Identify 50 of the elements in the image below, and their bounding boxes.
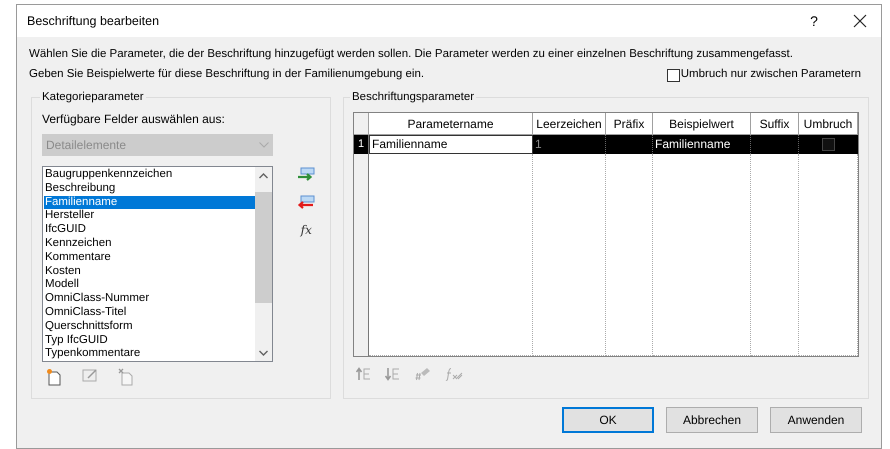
list-item[interactable]: Kosten xyxy=(44,264,255,278)
column-header[interactable]: Beispielwert xyxy=(653,113,751,134)
dialog-button[interactable]: Abbrechen xyxy=(666,407,758,433)
dialog-button[interactable]: OK xyxy=(562,407,654,433)
new-document-icon[interactable] xyxy=(46,368,62,386)
list-item[interactable]: Querschnittsform xyxy=(44,320,255,334)
list-item[interactable]: Beschreibung xyxy=(44,182,255,196)
field-label: Verfügbare Felder auswählen aus: xyxy=(42,111,226,128)
table-cell: 1 xyxy=(533,135,606,154)
dialog-button[interactable]: Anwenden xyxy=(770,407,862,433)
move-down-icon[interactable] xyxy=(385,367,400,381)
scrollbar-thumb[interactable] xyxy=(255,192,272,303)
list-item[interactable]: Baugruppenkennzeichen xyxy=(44,168,255,182)
column-header[interactable]: Parametername xyxy=(369,113,533,134)
group-title: Kategorieparameter xyxy=(40,90,146,104)
list-item[interactable]: Hersteller xyxy=(44,209,255,224)
column-header[interactable]: Umbruch xyxy=(799,113,858,134)
chevron-down-icon xyxy=(259,142,269,148)
list-item[interactable]: Typ IfcGUID xyxy=(44,334,255,348)
table-cell: Familienname xyxy=(653,135,751,154)
help-button[interactable]: ? xyxy=(799,10,829,32)
function-icon[interactable] xyxy=(445,367,463,381)
column-header[interactable]: Leerzeichen xyxy=(533,113,606,134)
checkbox[interactable] xyxy=(822,138,835,151)
checkbox-label: Umbruch nur zwischen Parametern xyxy=(680,67,861,82)
list-item[interactable]: Familienname xyxy=(44,196,255,210)
list-item[interactable]: Modell xyxy=(44,278,255,292)
window-title: Beschriftung bearbeiten xyxy=(27,12,160,30)
instruction-text: Wählen Sie die Parameter, die der Beschriftung hinzugefügt werden sollen. Die Parameter werden zu einer einzelnen Beschriftung zusammengefasst. xyxy=(29,47,794,62)
list-item[interactable]: Kennzeichen xyxy=(44,236,255,251)
instruction-text: Geben Sie Beispielwerte für diese Beschriftung in der Familienumgebung ein. xyxy=(29,67,426,82)
list-item[interactable]: Typenkommentare xyxy=(44,347,255,361)
move-up-icon[interactable] xyxy=(356,367,371,381)
list-item[interactable]: OmniClass-Nummer xyxy=(44,292,255,306)
checkbox[interactable] xyxy=(666,68,680,82)
list-item[interactable]: Kommentare xyxy=(44,250,255,265)
input-field[interactable]: Familienname xyxy=(369,135,533,154)
column-header[interactable]: Präfix xyxy=(606,113,653,134)
list-item[interactable]: OmniClass-Titel xyxy=(44,306,255,320)
list-item[interactable]: IfcGUID xyxy=(44,223,255,237)
group-title: Beschriftungsparameter xyxy=(350,90,476,104)
close-icon[interactable] xyxy=(853,14,867,28)
remove-parameter-icon[interactable] xyxy=(298,195,315,209)
formula-button[interactable]: fx xyxy=(300,223,312,237)
edit-icon[interactable] xyxy=(82,368,98,382)
delete-document-icon[interactable] xyxy=(118,368,134,386)
table-row[interactable]: 1 Familienname 1 Familienname xyxy=(354,135,858,154)
format-icon[interactable] xyxy=(414,367,431,381)
column-header[interactable]: Suffix xyxy=(751,113,799,134)
add-parameter-icon[interactable] xyxy=(298,167,315,181)
